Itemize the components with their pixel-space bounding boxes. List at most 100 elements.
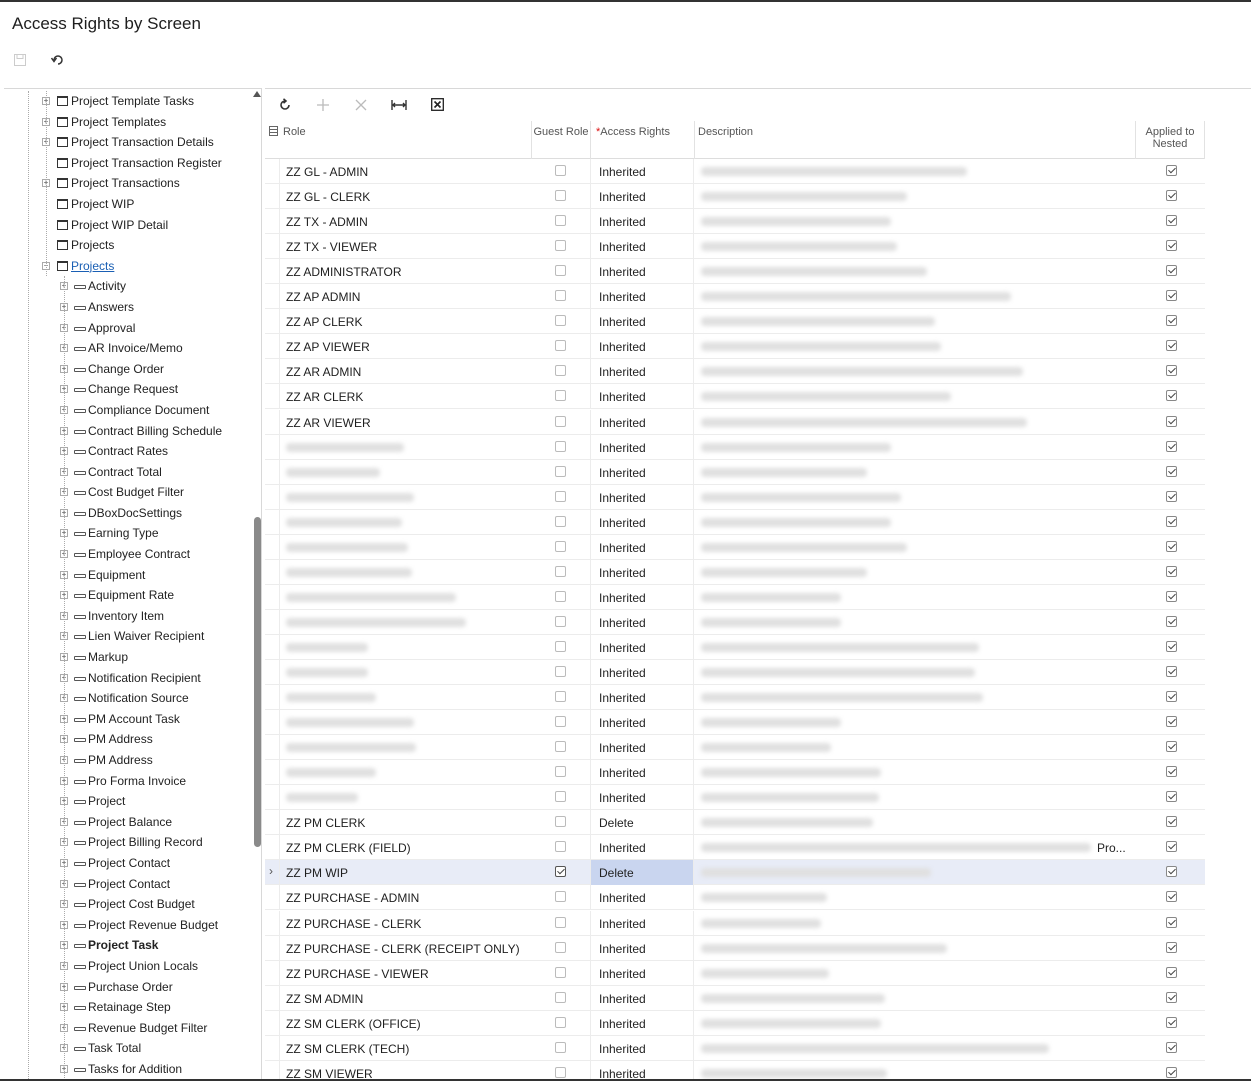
access-rights-cell[interactable]: Inherited — [590, 334, 694, 360]
tree-node[interactable]: + Project — [4, 791, 248, 812]
row-selector-cell[interactable] — [279, 559, 280, 585]
table-row[interactable]: ZZ GL - CLERK Inherited — [265, 184, 1205, 210]
applied-to-nested-checkbox[interactable] — [1166, 615, 1177, 627]
table-row[interactable]: Inherited — [265, 459, 1205, 485]
row-selector-cell[interactable] — [279, 584, 280, 610]
row-selector-cell[interactable] — [279, 885, 280, 911]
table-row[interactable]: Inherited — [265, 559, 1205, 585]
tree-node[interactable]: + Project Task — [4, 935, 248, 956]
access-rights-cell[interactable]: Inherited — [590, 960, 694, 986]
role-cell[interactable]: ZZ AR CLERK — [286, 390, 363, 404]
role-cell[interactable]: ZZ PM CLERK (FIELD) — [286, 841, 411, 855]
row-selector-cell[interactable] — [279, 409, 280, 435]
guest-role-checkbox[interactable] — [555, 666, 566, 677]
row-selector-cell[interactable] — [279, 735, 280, 761]
applied-to-nested-checkbox[interactable] — [1166, 1066, 1177, 1078]
role-cell[interactable]: ZZ AP CLERK — [286, 315, 362, 329]
applied-to-nested-checkbox[interactable] — [1166, 991, 1177, 1003]
role-cell[interactable]: ZZ PM WIP — [286, 866, 348, 880]
applied-to-nested-checkbox[interactable] — [1166, 766, 1177, 778]
applied-to-nested-checkbox[interactable] — [1166, 490, 1177, 502]
table-row[interactable]: ZZ PM CLERK (FIELD) Inherited Pro... — [265, 835, 1205, 861]
add-icon[interactable] — [315, 97, 331, 113]
applied-to-nested-checkbox[interactable] — [1166, 841, 1177, 853]
guest-role-checkbox[interactable] — [555, 465, 566, 477]
tree-scrollbar[interactable] — [253, 89, 261, 1081]
role-cell[interactable]: ZZ SM CLERK (TECH) — [286, 1042, 409, 1056]
access-rights-cell[interactable]: Inherited — [590, 234, 694, 260]
role-cell[interactable]: ZZ TX - VIEWER — [286, 240, 377, 254]
guest-role-checkbox[interactable] — [555, 716, 566, 728]
guest-role-checkbox[interactable] — [555, 691, 566, 703]
role-cell[interactable]: ZZ GL - CLERK — [286, 190, 370, 204]
role-cell[interactable]: ZZ PURCHASE - CLERK — [286, 917, 421, 931]
access-rights-cell[interactable]: Inherited — [590, 634, 694, 660]
row-selector-cell[interactable] — [279, 609, 280, 635]
tree-node[interactable]: + Markup — [4, 647, 248, 668]
table-row[interactable]: Inherited — [265, 634, 1205, 660]
column-header-description[interactable]: Description — [698, 121, 753, 159]
applied-to-nested-checkbox[interactable] — [1166, 415, 1177, 427]
access-rights-cell[interactable]: Inherited — [590, 835, 694, 861]
applied-to-nested-checkbox[interactable] — [1166, 1016, 1177, 1028]
refresh-icon[interactable] — [277, 97, 293, 113]
tree-node[interactable]: + Retainage Step — [4, 997, 248, 1018]
applied-to-nested-checkbox[interactable] — [1166, 540, 1177, 552]
row-selector-cell[interactable] — [279, 634, 280, 660]
role-cell[interactable]: ZZ AP VIEWER — [286, 340, 370, 354]
access-rights-cell[interactable]: Inherited — [590, 309, 694, 335]
guest-role-checkbox[interactable] — [555, 615, 566, 627]
access-rights-cell[interactable]: Inherited — [590, 284, 694, 310]
tree-node[interactable]: + Project Cost Budget — [4, 894, 248, 915]
applied-to-nested-checkbox[interactable] — [1166, 691, 1177, 703]
row-selector-cell[interactable] — [279, 985, 280, 1011]
guest-role-checkbox[interactable] — [555, 640, 566, 652]
access-rights-cell[interactable]: Delete — [590, 810, 694, 836]
access-rights-cell[interactable]: Inherited — [590, 559, 694, 585]
tree-node[interactable]: + Project Transaction Details — [4, 132, 248, 153]
guest-role-checkbox[interactable] — [555, 365, 566, 377]
row-selector-cell[interactable] — [279, 860, 280, 886]
table-row[interactable]: ZZ AP ADMIN Inherited — [265, 284, 1205, 310]
tree-node[interactable]: + Revenue Budget Filter — [4, 1018, 248, 1039]
guest-role-checkbox[interactable] — [555, 515, 566, 527]
table-row[interactable]: ZZ SM VIEWER Inherited — [265, 1060, 1205, 1081]
guest-role-checkbox[interactable] — [555, 966, 566, 978]
table-row[interactable]: ZZ PURCHASE - ADMIN Inherited — [265, 885, 1205, 911]
row-selector-cell[interactable] — [279, 935, 280, 961]
table-row[interactable]: › ZZ PM WIP Delete — [265, 860, 1205, 886]
guest-role-checkbox[interactable] — [555, 941, 566, 953]
guest-role-checkbox[interactable] — [555, 540, 566, 552]
table-row[interactable]: ZZ SM CLERK (OFFICE) Inherited — [265, 1010, 1205, 1036]
table-row[interactable]: Inherited — [265, 509, 1205, 535]
access-rights-cell[interactable]: Inherited — [590, 735, 694, 761]
row-selector-cell[interactable] — [279, 484, 280, 510]
applied-to-nested-checkbox[interactable] — [1166, 565, 1177, 577]
guest-role-checkbox[interactable] — [555, 766, 566, 778]
guest-role-checkbox[interactable] — [555, 1066, 566, 1078]
row-selector-cell[interactable] — [279, 284, 280, 310]
role-cell[interactable]: ZZ TX - ADMIN — [286, 215, 368, 229]
applied-to-nested-checkbox[interactable] — [1166, 215, 1177, 227]
tree-node[interactable]: + Equipment Rate — [4, 585, 248, 606]
row-selector-cell[interactable] — [279, 384, 280, 410]
row-selector-cell[interactable] — [279, 1060, 280, 1081]
applied-to-nested-checkbox[interactable] — [1166, 515, 1177, 527]
applied-to-nested-checkbox[interactable] — [1166, 640, 1177, 652]
access-rights-cell[interactable]: Inherited — [590, 1060, 694, 1081]
row-selector-cell[interactable] — [279, 910, 280, 936]
applied-to-nested-checkbox[interactable] — [1166, 440, 1177, 452]
tree-node[interactable]: + Project Template Tasks — [4, 91, 248, 112]
tree-node[interactable]: + Notification Recipient — [4, 668, 248, 689]
guest-role-checkbox[interactable] — [555, 1041, 566, 1053]
tree-node[interactable]: Project WIP — [4, 194, 248, 215]
applied-to-nested-checkbox[interactable] — [1166, 741, 1177, 753]
access-rights-cell[interactable]: Delete — [590, 860, 694, 886]
guest-role-checkbox[interactable] — [555, 991, 566, 1003]
access-rights-cell[interactable]: Inherited — [590, 259, 694, 285]
row-selector-cell[interactable] — [279, 960, 280, 986]
row-selector-cell[interactable] — [279, 209, 280, 235]
tree-node[interactable]: − Projects — [4, 256, 248, 277]
tree-node[interactable]: + Contract Total — [4, 462, 248, 483]
row-selector-cell[interactable] — [279, 1010, 280, 1036]
